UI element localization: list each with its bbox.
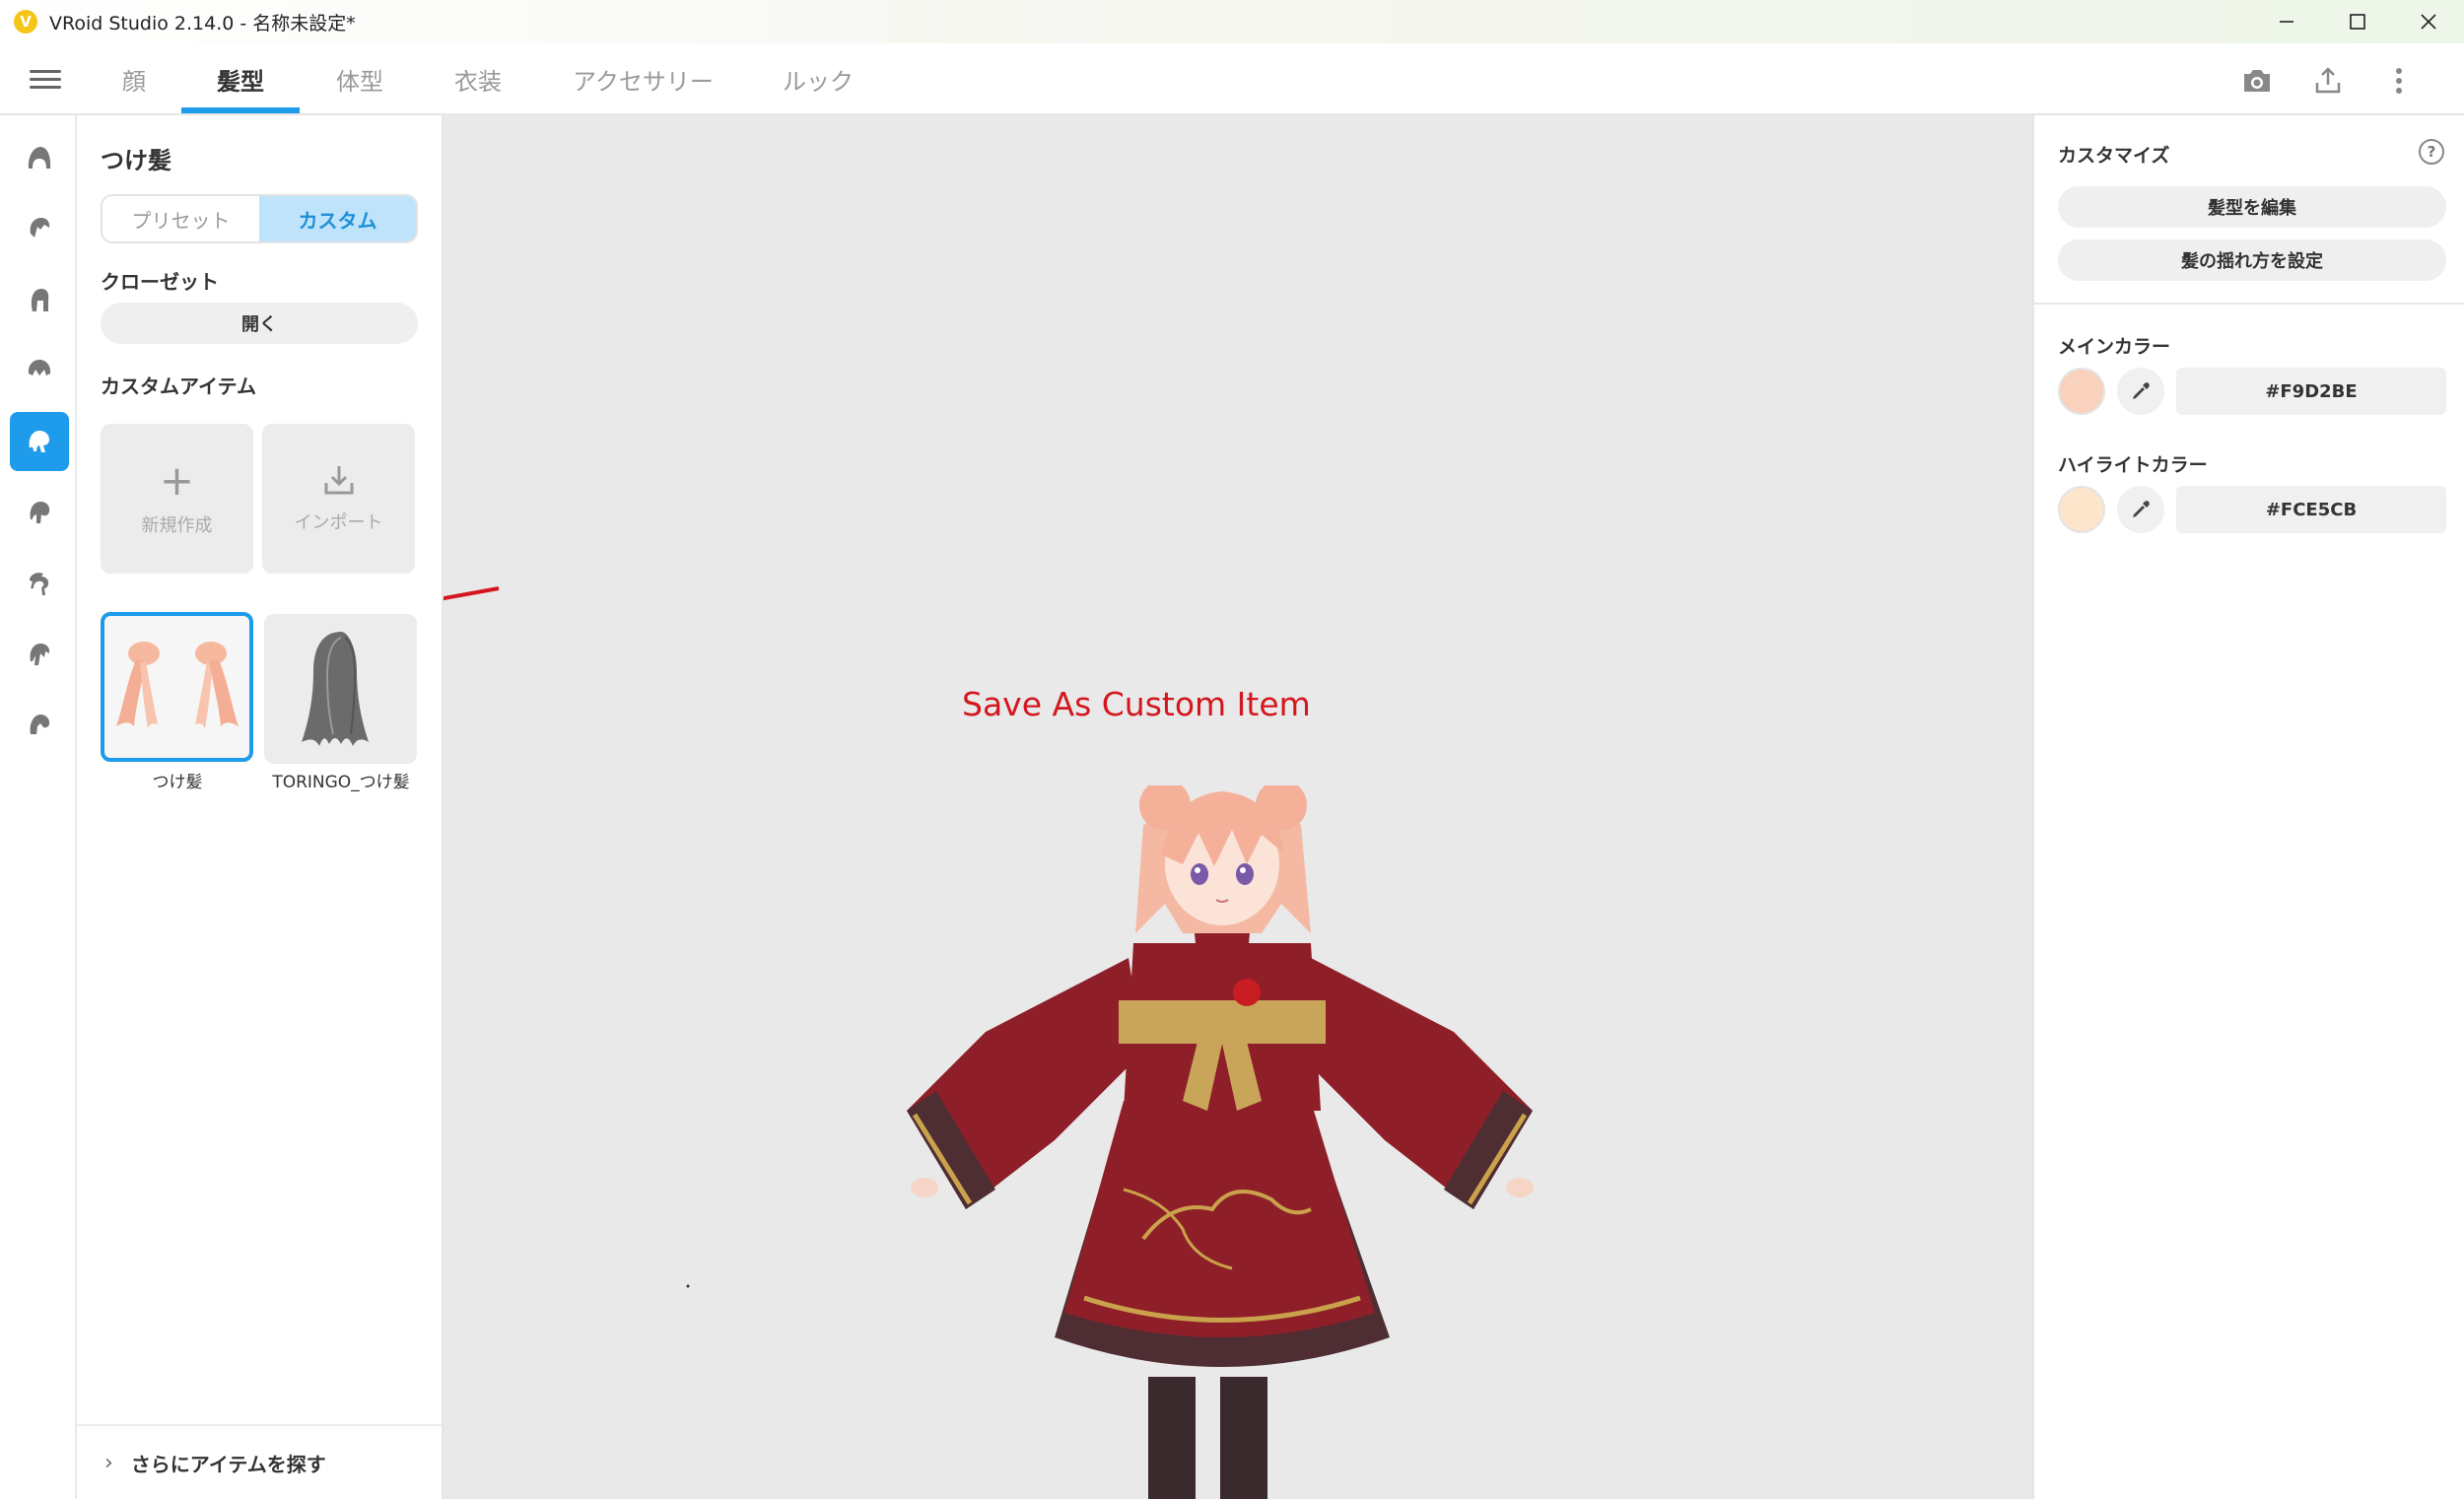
side-hair-icon[interactable] <box>10 341 69 400</box>
chevron-right-icon: › <box>104 1450 113 1475</box>
window-title: VRoid Studio 2.14.0 - 名称未設定* <box>49 12 356 34</box>
custom-item-label: つけ髪 <box>152 773 203 792</box>
tab-hairstyle[interactable]: 髪型 <box>181 43 300 115</box>
find-more-items-link[interactable]: › さらにアイテムを探す <box>77 1424 442 1499</box>
extension-hair-icon[interactable] <box>10 412 69 471</box>
tab-look[interactable]: ルック <box>764 43 872 115</box>
annotation-text: Save As Custom Item <box>962 685 1311 723</box>
preset-custom-toggle: プリセット カスタム <box>101 194 418 243</box>
divider <box>2034 303 2464 305</box>
right-panel: カスタマイズ ? 髪型を編集 髪の揺れ方を設定 メインカラー #F9D2BE ハ… <box>2032 115 2464 1499</box>
main-color-hex-input[interactable]: #F9D2BE <box>2176 368 2446 415</box>
hair-category-rail <box>0 115 77 1499</box>
back-hair-icon[interactable] <box>10 270 69 329</box>
more-options-icon[interactable] <box>2379 61 2419 101</box>
avatar-model <box>907 785 1534 1499</box>
title-bar: V VRoid Studio 2.14.0 - 名称未設定* <box>0 0 2464 43</box>
hair-extension-thumbnail <box>116 642 239 728</box>
custom-items-label: カスタムアイテム <box>101 375 256 398</box>
ahoge-icon[interactable] <box>10 483 69 542</box>
minimize-icon[interactable] <box>2251 0 2322 43</box>
preset-segment[interactable]: プリセット <box>103 196 259 241</box>
close-icon[interactable] <box>2393 0 2464 43</box>
vroid-logo-icon: V <box>14 10 37 34</box>
left-panel: つけ髪 プリセット カスタム クローゼット 開く カスタムアイテム + 新規作成… <box>77 115 444 1499</box>
export-icon[interactable] <box>2308 61 2348 101</box>
eyedropper-icon[interactable] <box>2117 368 2164 415</box>
tab-accessory[interactable]: アクセサリー <box>557 43 729 115</box>
plus-icon: + <box>159 456 195 505</box>
edit-hairstyle-button[interactable]: 髪型を編集 <box>2058 186 2446 228</box>
new-item-button[interactable]: + 新規作成 <box>101 424 253 574</box>
tab-outfit[interactable]: 衣装 <box>434 43 522 115</box>
maximize-icon[interactable] <box>2322 0 2393 43</box>
custom-item-label: TORINGO_つけ髪 <box>272 773 410 792</box>
top-navigation: 顔 髪型 体型 衣装 アクセサリー ルック <box>0 43 2464 115</box>
import-icon <box>324 466 353 495</box>
custom-segment[interactable]: カスタム <box>259 196 416 241</box>
hamburger-menu-icon[interactable] <box>26 65 65 95</box>
long-hair-thumbnail <box>302 632 369 746</box>
main-color-swatch[interactable] <box>2058 368 2105 415</box>
eyedropper-icon[interactable] <box>2117 486 2164 533</box>
3d-viewport[interactable]: Save As Custom Item <box>444 115 2032 1499</box>
import-button[interactable]: インポート <box>262 424 415 574</box>
import-label: インポート <box>294 512 383 533</box>
tab-face[interactable]: 顔 <box>103 43 165 115</box>
ponytail-icon[interactable] <box>10 554 69 613</box>
camera-icon[interactable] <box>2237 61 2277 101</box>
hair-base-icon[interactable] <box>10 128 69 187</box>
bangs-icon[interactable] <box>10 625 69 684</box>
find-more-items-label: さらにアイテムを探す <box>130 1452 326 1476</box>
closet-label: クローゼット <box>101 270 219 294</box>
highlight-color-hex-input[interactable]: #FCE5CB <box>2176 486 2446 533</box>
highlight-color-label: ハイライトカラー <box>2058 454 2208 476</box>
highlight-color-swatch[interactable] <box>2058 486 2105 533</box>
hair-sway-settings-button[interactable]: 髪の揺れ方を設定 <box>2058 239 2446 281</box>
custom-item-thumbnail[interactable] <box>101 612 253 762</box>
new-item-label: 新規作成 <box>141 515 213 536</box>
custom-item-thumbnail[interactable] <box>264 614 417 764</box>
other-hair-icon[interactable] <box>10 696 69 755</box>
panel-title: つけ髪 <box>101 147 171 174</box>
tab-body[interactable]: 体型 <box>315 43 404 115</box>
main-color-label: メインカラー <box>2058 336 2171 358</box>
customize-title: カスタマイズ <box>2058 145 2170 167</box>
active-tab-indicator <box>181 107 300 113</box>
open-closet-button[interactable]: 開く <box>101 303 418 344</box>
help-icon[interactable]: ? <box>2419 139 2444 165</box>
front-hair-icon[interactable] <box>10 199 69 258</box>
